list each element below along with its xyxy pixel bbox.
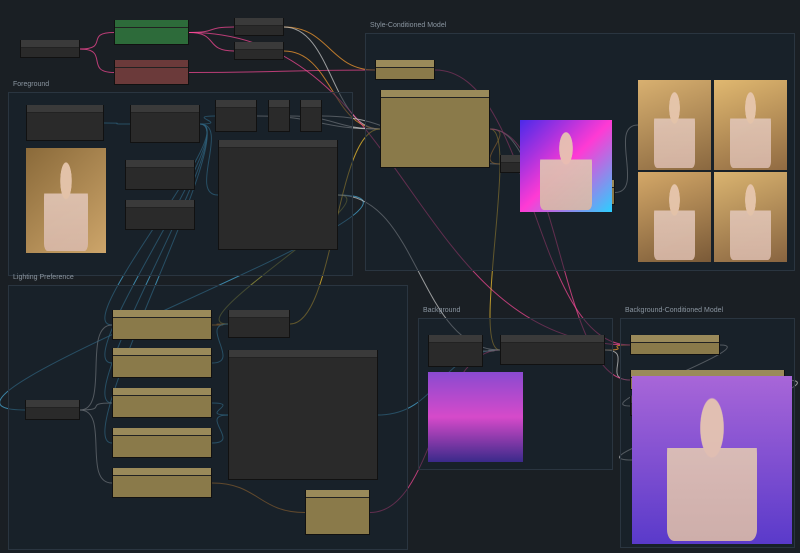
n1[interactable] [20, 40, 80, 58]
n20[interactable] [112, 348, 212, 378]
wire-n2-n5[interactable] [189, 33, 234, 52]
n2-header[interactable] [115, 20, 188, 28]
n4[interactable] [234, 18, 284, 36]
n22[interactable] [112, 428, 212, 458]
n6[interactable] [26, 105, 104, 141]
n10-header[interactable] [301, 100, 321, 108]
n12-header[interactable] [126, 160, 194, 168]
n25[interactable] [228, 350, 378, 480]
wire-n1-n3[interactable] [80, 49, 114, 73]
wire-n4-n14[interactable] [284, 27, 375, 70]
n27[interactable] [428, 335, 483, 367]
n11-header[interactable] [219, 140, 337, 148]
wire-n3-n14[interactable] [189, 70, 375, 73]
n22-header[interactable] [113, 428, 211, 436]
n26[interactable] [305, 490, 370, 535]
n15-header[interactable] [381, 90, 489, 98]
n21[interactable] [112, 388, 212, 418]
n24[interactable] [228, 310, 290, 338]
wire-n1-n2[interactable] [80, 33, 114, 50]
n4-header[interactable] [235, 18, 283, 26]
n7-header[interactable] [131, 105, 199, 113]
n9-header[interactable] [269, 100, 289, 108]
n7[interactable] [130, 105, 200, 143]
n1-header[interactable] [21, 40, 79, 48]
n12[interactable] [125, 160, 195, 190]
img-golden-tl[interactable] [638, 80, 711, 170]
g-bgcond-label: Background-Conditioned Model [625, 307, 723, 314]
img-golden-tr[interactable] [714, 80, 787, 170]
n24-header[interactable] [229, 310, 289, 318]
n11[interactable] [218, 140, 338, 250]
n18[interactable] [25, 400, 80, 420]
g-style-label: Style-Conditioned Model [370, 22, 446, 29]
n29[interactable] [630, 335, 720, 355]
n3[interactable] [114, 60, 189, 85]
img-out[interactable] [632, 376, 792, 544]
n19[interactable] [112, 310, 212, 340]
img-fg[interactable] [26, 148, 106, 253]
n20-header[interactable] [113, 348, 211, 356]
node-graph-canvas[interactable]: Foreground Lighting Preference Style-Condi… [0, 0, 800, 553]
n9[interactable] [268, 100, 290, 132]
wire-n2-n4[interactable] [189, 27, 234, 33]
g-lighting-label: Lighting Preference [13, 274, 74, 281]
n8[interactable] [215, 100, 257, 132]
img-bg[interactable] [428, 372, 523, 462]
g-foreground-label: Foreground [13, 81, 49, 88]
n28-header[interactable] [501, 335, 604, 343]
img-golden-br[interactable] [714, 172, 787, 262]
n23-header[interactable] [113, 468, 211, 476]
n8-header[interactable] [216, 100, 256, 108]
n15[interactable] [380, 90, 490, 168]
n23[interactable] [112, 468, 212, 498]
n6-header[interactable] [27, 105, 103, 113]
n13-header[interactable] [126, 200, 194, 208]
n2[interactable] [114, 20, 189, 45]
n14-header[interactable] [376, 60, 434, 68]
img-neon[interactable] [520, 120, 612, 212]
n5[interactable] [234, 42, 284, 60]
g-background-label: Background [423, 307, 460, 314]
img-golden-bl[interactable] [638, 172, 711, 262]
n27-header[interactable] [429, 335, 482, 343]
n3-header[interactable] [115, 60, 188, 68]
n21-header[interactable] [113, 388, 211, 396]
n29-header[interactable] [631, 335, 719, 343]
n14[interactable] [375, 60, 435, 80]
n18-header[interactable] [26, 400, 79, 408]
n26-header[interactable] [306, 490, 369, 498]
n19-header[interactable] [113, 310, 211, 318]
n13[interactable] [125, 200, 195, 230]
n28[interactable] [500, 335, 605, 365]
n10[interactable] [300, 100, 322, 132]
n5-header[interactable] [235, 42, 283, 50]
n25-header[interactable] [229, 350, 377, 358]
